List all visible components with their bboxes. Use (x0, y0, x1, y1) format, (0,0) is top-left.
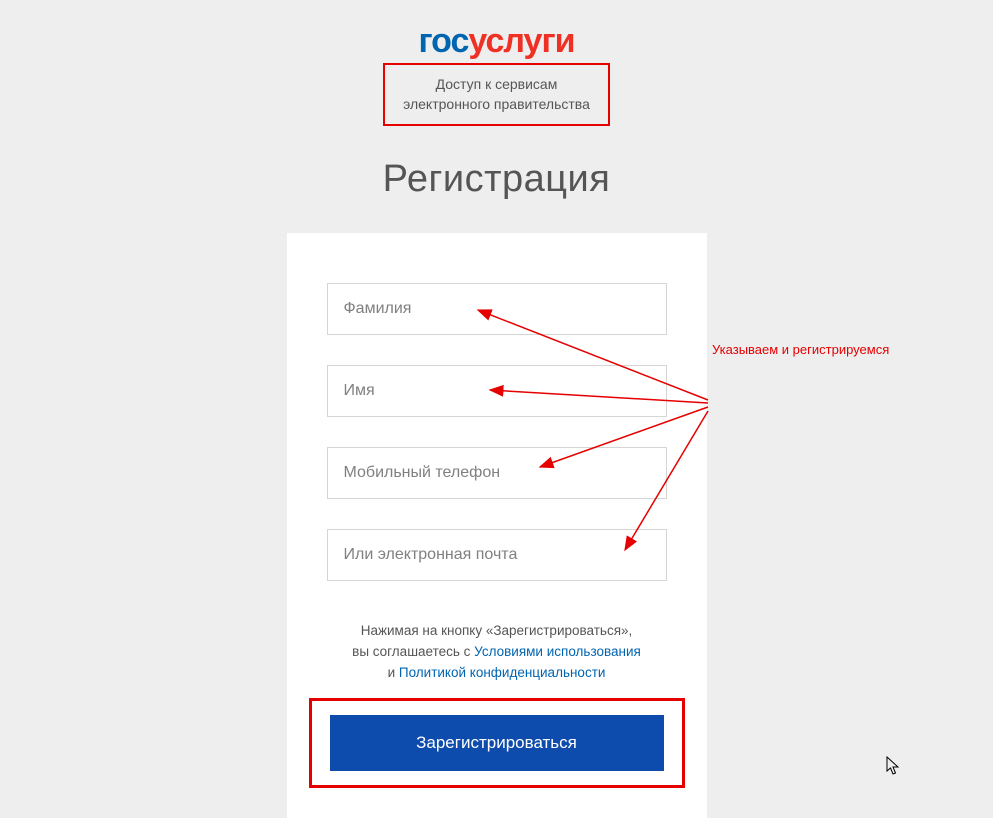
logo-part-blue: гос (418, 22, 468, 60)
register-highlight-box: Зарегистрироваться (309, 698, 685, 788)
terms-link[interactable]: Условиями использования (474, 644, 641, 659)
annotation-label: Указываем и регистрируемся (712, 342, 889, 357)
header: госуслуги Доступ к сервисам электронного… (0, 0, 993, 126)
logo-part-red: услуги (468, 22, 574, 60)
register-button[interactable]: Зарегистрироваться (330, 715, 664, 771)
page-title: Регистрация (0, 158, 993, 201)
tagline: Доступ к сервисам электронного правитель… (403, 75, 590, 114)
logo: госуслуги (0, 22, 993, 61)
privacy-link[interactable]: Политикой конфиденциальности (399, 665, 606, 680)
email-input[interactable] (327, 529, 667, 581)
consent-text: Нажимая на кнопку «Зарегистрироваться», … (327, 621, 667, 684)
surname-input[interactable] (327, 283, 667, 335)
name-input[interactable] (327, 365, 667, 417)
tagline-line1: Доступ к сервисам (436, 76, 558, 92)
consent-line1: Нажимая на кнопку «Зарегистрироваться», (361, 623, 633, 638)
consent-line2-prefix: вы соглашаетесь с (352, 644, 474, 659)
cursor-icon (885, 755, 903, 777)
consent-line3-prefix: и (388, 665, 399, 680)
registration-form-card: Нажимая на кнопку «Зарегистрироваться», … (287, 233, 707, 818)
phone-input[interactable] (327, 447, 667, 499)
tagline-line2: электронного правительства (403, 96, 590, 112)
tagline-highlight-box: Доступ к сервисам электронного правитель… (383, 63, 610, 126)
